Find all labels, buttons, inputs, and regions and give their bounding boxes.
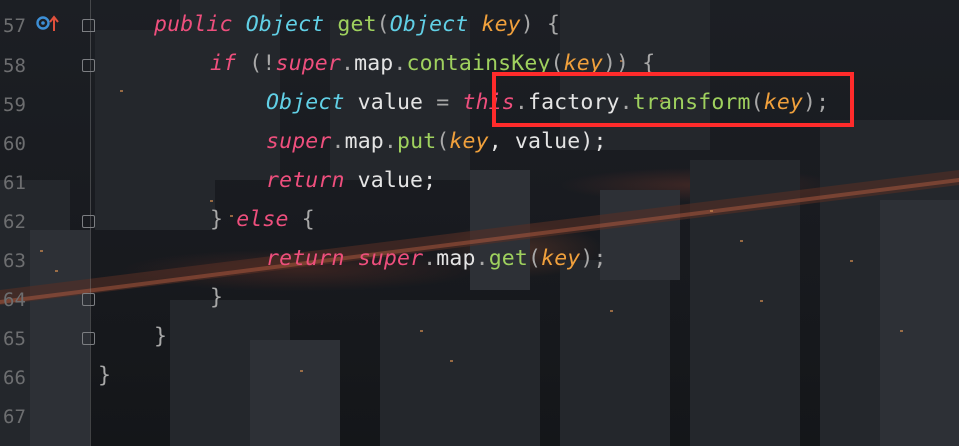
code-token: . (340, 51, 355, 76)
code-token: } (210, 285, 224, 310)
code-line[interactable]: } (154, 326, 167, 348)
code-token: key (541, 246, 581, 271)
fold-marker-icon[interactable] (82, 215, 95, 228)
line-number: 57 (3, 15, 26, 37)
code-token: value (344, 90, 437, 115)
code-token: } (154, 324, 168, 349)
code-token: super (275, 51, 341, 76)
fold-marker-icon[interactable] (82, 59, 95, 72)
code-token: . (383, 129, 397, 154)
line-number: 67 (3, 406, 26, 428)
line-number: 60 (3, 133, 26, 155)
line-number: 64 (3, 289, 26, 311)
line-number: 62 (3, 211, 26, 233)
fold-marker-icon[interactable] (82, 19, 95, 32)
code-token: ) { (520, 12, 561, 37)
code-token: else (236, 207, 289, 232)
code-token: public (154, 12, 233, 37)
code-token: } (98, 363, 112, 388)
line-number: 66 (3, 367, 26, 389)
highlight-box (492, 72, 854, 127)
code-token: super (266, 129, 332, 154)
code-token: . (475, 246, 489, 271)
override-marker-icon[interactable] (36, 14, 62, 34)
code-line[interactable]: } (210, 287, 223, 309)
line-number: 63 (3, 250, 26, 272)
code-token: key (449, 129, 489, 154)
code-token: map (354, 51, 394, 76)
code-token: get (488, 246, 528, 271)
code-token: Object (389, 12, 469, 37)
code-line[interactable]: super.map.put(key, value); (266, 131, 607, 153)
code-token: { (288, 207, 315, 232)
line-number: 58 (3, 55, 26, 77)
line-number: 61 (3, 172, 26, 194)
code-token: ( (436, 129, 450, 154)
code-line[interactable]: return super.map.get(key); (266, 248, 607, 270)
code-line[interactable]: public Object get(Object key) { (154, 14, 560, 36)
code-token: Object (266, 90, 345, 115)
line-number: 59 (3, 94, 26, 116)
code-token: . (423, 246, 437, 271)
code-line[interactable]: } (98, 365, 111, 387)
code-token: } (210, 207, 237, 232)
code-token: map (436, 246, 476, 271)
code-token: if (210, 51, 237, 76)
code-token: ( (376, 12, 390, 37)
code-token: return (266, 168, 345, 193)
fold-marker-icon[interactable] (82, 293, 95, 306)
line-number: 65 (3, 328, 26, 350)
code-token: ( (527, 246, 542, 271)
code-token: (! (236, 51, 276, 76)
code-token: . (331, 129, 345, 154)
fold-marker-icon[interactable] (82, 332, 95, 345)
code-token: . (393, 51, 407, 76)
code-token: map (344, 129, 384, 154)
code-line[interactable]: } else { (210, 209, 315, 231)
code-token: value; (344, 168, 437, 193)
code-token: = (436, 90, 450, 115)
code-token: , value); (488, 129, 607, 154)
code-line[interactable]: return value; (266, 170, 436, 192)
code-token: Object (245, 12, 325, 37)
code-token: key (481, 12, 521, 37)
code-token: super (357, 246, 424, 271)
code-token: ); (580, 246, 607, 271)
code-token: get (337, 12, 377, 37)
code-token: return (266, 246, 345, 271)
code-token: put (397, 129, 437, 154)
